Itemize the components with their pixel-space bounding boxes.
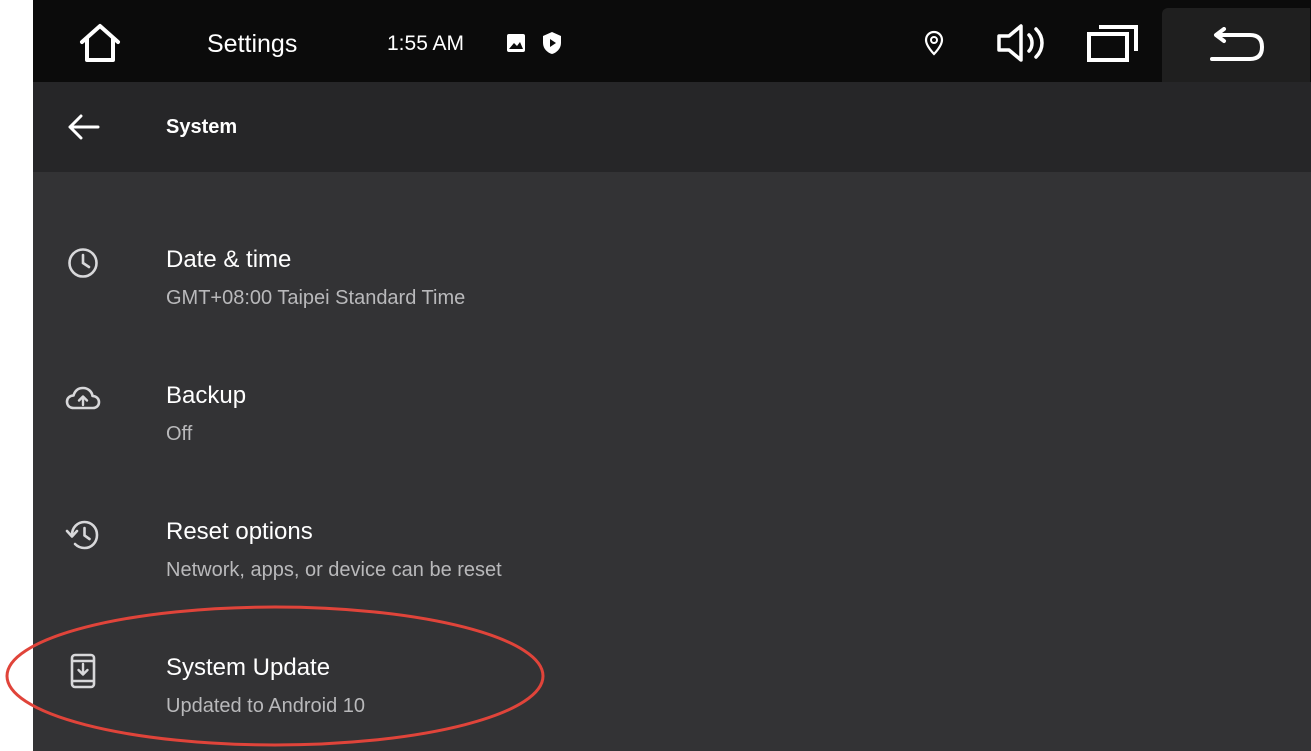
volume-icon bbox=[997, 24, 1044, 62]
setting-summary: GMT+08:00 Taipei Standard Time bbox=[166, 287, 466, 309]
setting-title: System Update bbox=[166, 654, 331, 681]
app-title: Settings bbox=[207, 30, 298, 58]
back-button[interactable] bbox=[1162, 8, 1310, 82]
back-icon bbox=[1210, 27, 1265, 61]
recents-icon bbox=[1087, 25, 1138, 62]
setting-title: Reset options bbox=[166, 518, 313, 545]
setting-item-date-time[interactable]: Date & time GMT+08:00 Taipei Standard Ti… bbox=[33, 195, 1311, 331]
system-update-icon bbox=[63, 651, 103, 691]
setting-title: Backup bbox=[166, 382, 247, 409]
settings-screen: Settings 1:55 AM System Date & time GMT+… bbox=[33, 0, 1311, 751]
clock-icon bbox=[63, 243, 103, 283]
navigate-up-button[interactable] bbox=[63, 109, 103, 145]
setting-summary: Updated to Android 10 bbox=[166, 695, 366, 717]
app-toolbar: System bbox=[33, 82, 1311, 172]
setting-item-reset-options[interactable]: Reset options Network, apps, or device c… bbox=[33, 467, 1311, 603]
home-icon bbox=[80, 24, 120, 62]
location-icon bbox=[921, 28, 947, 58]
history-icon bbox=[63, 515, 103, 555]
setting-summary: Off bbox=[166, 423, 193, 445]
status-clock: 1:55 AM bbox=[387, 32, 465, 55]
image-notification-icon bbox=[505, 32, 527, 54]
setting-summary: Network, apps, or device can be reset bbox=[166, 559, 502, 581]
recents-button[interactable] bbox=[1083, 20, 1143, 66]
setting-title: Date & time bbox=[166, 246, 292, 273]
setting-item-system-update[interactable]: System Update Updated to Android 10 bbox=[33, 603, 1311, 739]
page-title: System bbox=[166, 116, 238, 138]
arrow-left-icon bbox=[68, 114, 100, 140]
system-status-bar: Settings 1:55 AM bbox=[33, 0, 1311, 82]
cloud-upload-icon bbox=[63, 379, 103, 419]
home-button[interactable] bbox=[75, 18, 125, 68]
shield-notification-icon bbox=[541, 30, 563, 56]
volume-button[interactable] bbox=[993, 20, 1051, 66]
setting-item-backup[interactable]: Backup Off bbox=[33, 331, 1311, 467]
